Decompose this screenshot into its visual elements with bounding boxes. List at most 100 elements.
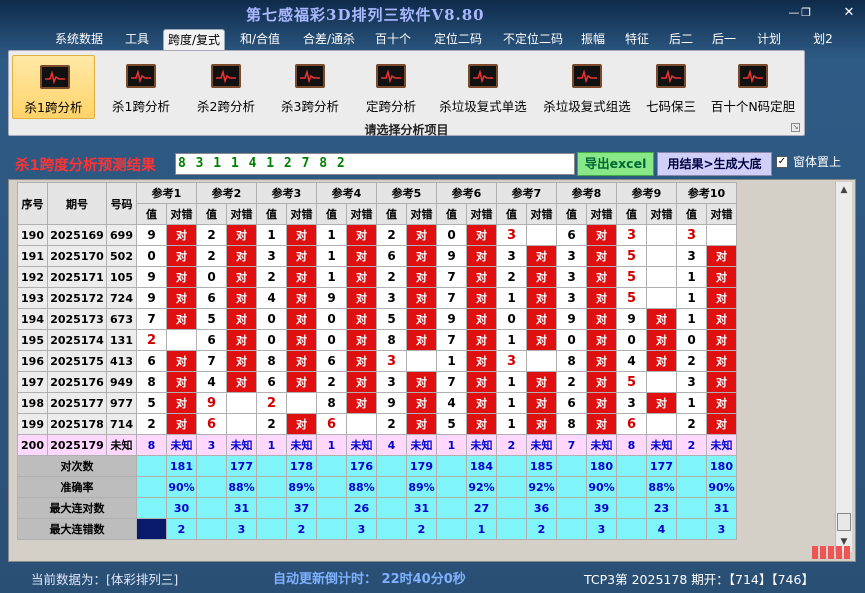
vertical-scrollbar[interactable]: ▲ ▼ xyxy=(835,182,852,552)
menu-item-1[interactable]: 工具 xyxy=(122,29,152,51)
menu-item-4[interactable]: 合差/通杀 xyxy=(300,29,358,51)
table-row[interactable]: 200 2025179 未知 8 未知 3 未知 1 未知 1 未知 4 未知 1 未知 2 未知 7 未知 8 未知 2… xyxy=(17,434,737,456)
ribbon-button-0[interactable]: 杀1跨分析 xyxy=(12,55,95,119)
cell-value: 1 xyxy=(436,350,467,372)
chart-icon xyxy=(126,64,156,88)
cell-value: 1 xyxy=(316,266,347,288)
result-field[interactable]: 8 3 1 1 4 1 2 7 8 2 xyxy=(175,153,575,175)
stats-value: 27 xyxy=(466,497,497,519)
table-row[interactable]: 198 2025177 977 5 对 9 2 8 对 9 对 4 对 1 对 6 对 3 对 1 对 xyxy=(17,392,737,414)
menu-item-10[interactable]: 后二 xyxy=(666,29,696,51)
header-ref: 参考6 xyxy=(436,182,497,204)
table-row[interactable]: 190 2025169 699 9 对 2 对 1 对 1 对 2 对 0 对 3 6 对 3 3 xyxy=(17,224,737,246)
table-row[interactable]: 191 2025170 502 0 对 2 对 3 对 1 对 6 对 9 对 3 对 3 对 5 3 对 xyxy=(17,245,737,267)
ribbon-button-2[interactable]: 杀2跨分析 xyxy=(186,55,266,119)
cell-period: 2025179 xyxy=(47,434,107,456)
ribbon-button-8[interactable]: 百十个N码定胆 xyxy=(706,55,800,119)
menu-item-9[interactable]: 特征 xyxy=(622,29,652,51)
table-row[interactable]: 192 2025171 105 9 对 0 对 2 对 1 对 2 对 7 对 2 对 3 对 5 1 对 xyxy=(17,266,737,288)
cell-hit: 对 xyxy=(226,245,257,267)
cell-hit: 对 xyxy=(646,392,677,414)
cell-hit xyxy=(526,224,557,246)
scroll-up-icon[interactable]: ▲ xyxy=(837,183,851,197)
cell-value: 0 xyxy=(316,329,347,351)
cell-value: 0 xyxy=(256,329,287,351)
table-row[interactable]: 199 2025178 714 2 对 6 2 对 6 2 对 5 对 1 对 8 对 6 2 对 xyxy=(17,413,737,435)
cell-hit: 对 xyxy=(346,371,377,393)
stats-value: 90% xyxy=(166,476,197,498)
cell-value: 1 xyxy=(496,413,527,435)
stats-pad xyxy=(616,476,647,498)
ribbon-button-3[interactable]: 杀3跨分析 xyxy=(270,55,350,119)
menu-item-11[interactable]: 后一 xyxy=(709,29,739,51)
chart-icon xyxy=(40,65,70,89)
header-hit: 对错 xyxy=(466,203,497,225)
ribbon-button-label: 七码保三 xyxy=(645,99,696,114)
stats-value: 177 xyxy=(646,455,677,477)
resize-grip[interactable] xyxy=(810,546,852,559)
cell-hit: 对 xyxy=(406,392,437,414)
header-row: 序号 期号 号码 参考1 参考2 参考3 参考4 参考5 参考6 参考7 参考8 参考9 参考10 xyxy=(17,182,737,225)
restore-icon[interactable]: ❐ xyxy=(795,5,817,21)
cell-value: 5 xyxy=(616,287,647,309)
cell-hit: 对 xyxy=(586,266,617,288)
cell-hit: 对 xyxy=(466,350,497,372)
ribbon-button-label: 杀垃圾复式组选 xyxy=(543,99,631,114)
stats-value: 3 xyxy=(226,518,257,540)
ribbon-button-6[interactable]: 杀垃圾复式组选 xyxy=(537,55,637,119)
menu-item-2[interactable]: 跨度/复式 xyxy=(163,29,225,51)
cell-hit: 对 xyxy=(166,308,197,330)
ribbon-button-1[interactable]: 杀1跨分析 xyxy=(100,55,182,119)
header-hit: 对错 xyxy=(706,203,737,225)
ribbon-caption: 请选择分析项目 xyxy=(364,123,449,137)
stats-value: 179 xyxy=(406,455,437,477)
always-on-top-checkbox[interactable]: ✓ xyxy=(776,156,788,168)
close-icon[interactable]: ✕ xyxy=(838,5,860,21)
menu-item-7[interactable]: 不定位二码 xyxy=(499,29,567,51)
ribbon-button-7[interactable]: 七码保三 xyxy=(640,55,702,119)
cell-value: 0 xyxy=(136,245,167,267)
cell-value: 2 xyxy=(316,371,347,393)
menu-item-5[interactable]: 百十个 xyxy=(374,29,412,51)
cell-hit: 未知 xyxy=(226,434,257,456)
cell-value: 2 xyxy=(676,350,707,372)
table-row[interactable]: 196 2025175 413 6 对 7 对 8 对 6 对 3 1 对 3 8 对 4 对 2 对 xyxy=(17,350,737,372)
scroll-thumb[interactable] xyxy=(837,513,851,531)
cell-hit: 对 xyxy=(706,266,737,288)
table-row[interactable]: 194 2025173 673 7 对 5 对 0 对 0 对 5 对 9 对 0 对 9 对 9 对 1 对 xyxy=(17,308,737,330)
ribbon-button-4[interactable]: 定跨分析 xyxy=(354,55,428,119)
cell-hit: 对 xyxy=(226,371,257,393)
menu-item-0[interactable]: 系统数据 xyxy=(53,29,105,51)
stats-value: 177 xyxy=(226,455,257,477)
cell-number: 131 xyxy=(106,329,137,351)
cell-hit: 对 xyxy=(286,245,317,267)
cell-value: 0 xyxy=(436,224,467,246)
menu-item-3[interactable]: 和/合值 xyxy=(238,29,282,51)
menu-item-6[interactable]: 定位二码 xyxy=(431,29,485,51)
cell-seq: 190 xyxy=(17,224,48,246)
ribbon-button-label: 杀垃圾复式单选 xyxy=(439,99,527,114)
ribbon-button-5[interactable]: 杀垃圾复式单选 xyxy=(432,55,534,119)
cell-value: 4 xyxy=(376,434,407,456)
export-excel-button[interactable]: 导出excel xyxy=(577,152,654,176)
table-row[interactable]: 193 2025172 724 9 对 6 对 4 对 9 对 3 对 7 对 1 对 3 对 5 1 对 xyxy=(17,287,737,309)
header-number: 号码 xyxy=(106,182,137,225)
cell-hit: 对 xyxy=(706,308,737,330)
cell-hit: 对 xyxy=(286,287,317,309)
cell-hit: 对 xyxy=(466,329,497,351)
cell-value: 1 xyxy=(496,287,527,309)
table-row[interactable]: 197 2025176 949 8 对 4 对 6 对 2 对 3 对 7 对 1 对 2 对 5 3 对 xyxy=(17,371,737,393)
cell-period: 2025169 xyxy=(47,224,107,246)
menu-item-13[interactable]: 划2 xyxy=(810,29,836,51)
cell-value: 3 xyxy=(376,371,407,393)
menu-item-12[interactable]: 计划 xyxy=(754,29,784,51)
cell-hit: 对 xyxy=(706,413,737,435)
cell-hit xyxy=(286,392,317,414)
menu-item-8[interactable]: 振幅 xyxy=(578,29,608,51)
generate-base-button[interactable]: 用结果>生成大底 xyxy=(657,152,772,176)
header-hit: 对错 xyxy=(346,203,377,225)
cell-hit: 对 xyxy=(226,224,257,246)
table-row[interactable]: 195 2025174 131 2 6 对 0 对 0 对 8 对 7 对 1 对 0 对 0 对 0 对 xyxy=(17,329,737,351)
stats-pad xyxy=(136,476,167,498)
ribbon-expand-icon[interactable]: ↘ xyxy=(791,123,800,132)
